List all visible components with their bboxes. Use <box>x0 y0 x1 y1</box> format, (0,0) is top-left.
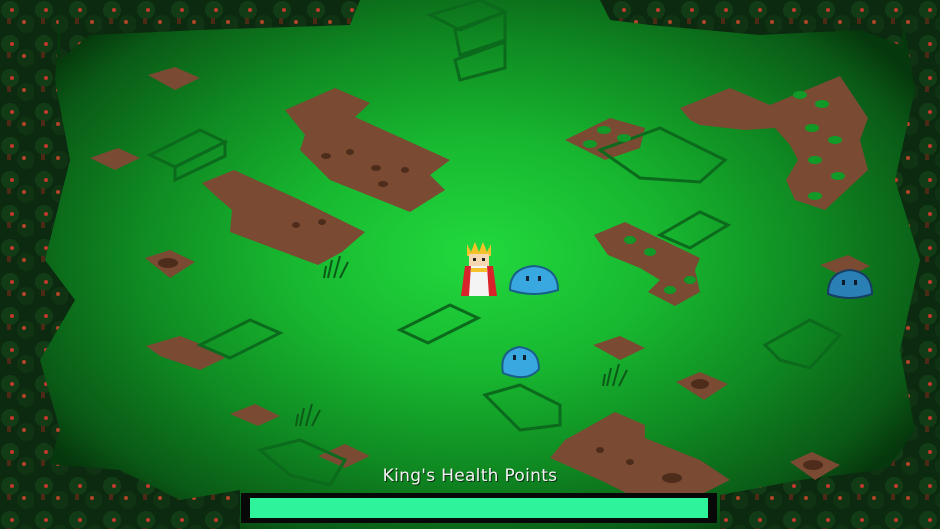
health-bar-fill <box>250 498 708 518</box>
crown-icon <box>467 242 491 256</box>
tree-border-left <box>0 0 75 529</box>
king-character[interactable] <box>459 240 499 300</box>
game-world[interactable]: King's Health Points <box>0 0 940 529</box>
health-bar <box>241 493 717 523</box>
health-bar-track <box>250 498 708 518</box>
slime-enemy[interactable] <box>506 262 562 298</box>
slime-enemy[interactable] <box>824 266 876 302</box>
health-label: King's Health Points <box>382 466 558 486</box>
tree-border-top <box>60 0 910 60</box>
tree-border-right <box>880 0 940 529</box>
slime-enemy[interactable] <box>497 343 545 383</box>
